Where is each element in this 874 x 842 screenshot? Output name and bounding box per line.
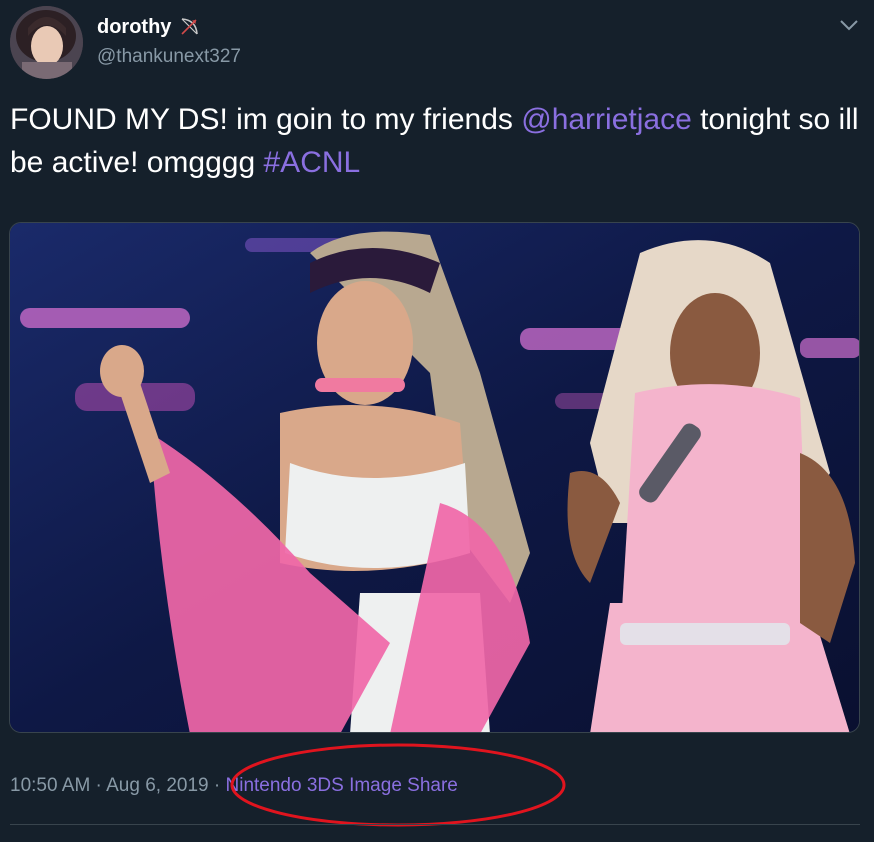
tweet-image[interactable] [9,222,860,733]
tweet-text: FOUND MY DS! im goin to my friends @harr… [10,98,860,184]
meta-separator: · [90,775,107,796]
tweet-date[interactable]: Aug 6, 2019 [106,775,208,796]
bow-and-arrow-icon [179,17,199,37]
tweet-time[interactable]: 10:50 AM [10,775,90,796]
source-link[interactable]: Nintendo 3DS Image Share [226,775,458,796]
mention-link[interactable]: @harrietjace [521,103,692,136]
tweet-text-part: FOUND MY DS! im goin to my friends [10,103,522,136]
meta-separator: · [208,775,226,796]
display-name[interactable]: dorothy [97,16,171,39]
hashtag-link[interactable]: #ACNL [264,146,361,179]
user-handle[interactable]: @thankunext327 [97,46,241,68]
avatar[interactable] [10,6,83,79]
tweet-meta: 10:50 AM · Aug 6, 2019 · Nintendo 3DS Im… [10,775,458,801]
divider [10,824,860,825]
tweet: dorothy @thankunext327 FOUND MY DS! im g… [0,0,874,842]
user-names: dorothy @thankunext327 [97,14,241,68]
tweet-header: dorothy @thankunext327 [10,6,864,80]
chevron-down-icon[interactable] [836,12,862,38]
